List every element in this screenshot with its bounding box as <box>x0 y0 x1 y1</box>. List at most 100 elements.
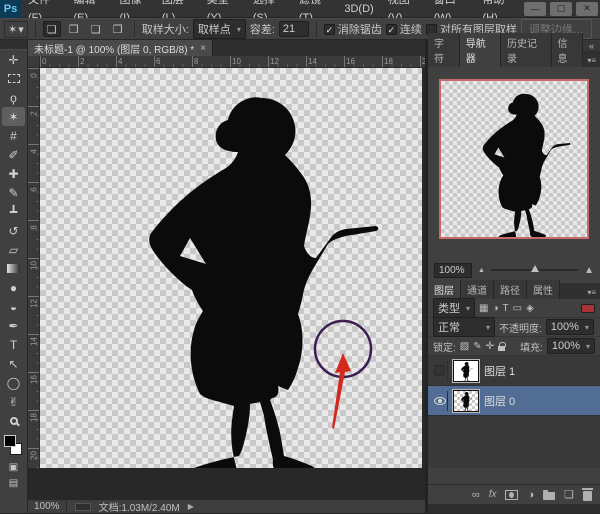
collapse-panels-icon[interactable]: « <box>589 41 594 51</box>
shape-tool[interactable]: ◯ <box>0 373 27 392</box>
magic-wand-tool[interactable]: ✶ <box>2 107 25 126</box>
navigator-zoom-value[interactable]: 100% <box>434 263 472 278</box>
layer-name[interactable]: 图层 1 <box>484 363 515 379</box>
eyedropper-tool[interactable]: ✐ <box>0 145 27 164</box>
foreground-color-swatch[interactable] <box>4 435 16 447</box>
new-group-icon[interactable] <box>543 492 555 500</box>
healing-brush-icon: ✚ <box>8 168 18 180</box>
close-button[interactable]: ✕ <box>576 2 598 16</box>
layer-thumbnail[interactable] <box>453 360 479 382</box>
tab-info[interactable]: 信息 <box>552 33 584 67</box>
tab-history[interactable]: 历史记录 <box>501 33 552 67</box>
lasso-tool[interactable]: ϙ <box>0 88 27 107</box>
brush-tool[interactable]: ✎ <box>0 183 27 202</box>
visibility-well[interactable] <box>432 361 448 381</box>
horizontal-ruler: 0 2 4 6 8 10 12 14 16 18 20 <box>40 56 425 68</box>
minimize-button[interactable]: — <box>524 2 546 16</box>
blur-tool[interactable]: ● <box>0 278 27 297</box>
color-swatches[interactable] <box>0 433 27 459</box>
canvas[interactable] <box>40 68 422 468</box>
add-to-selection-button[interactable]: ❐ <box>65 21 83 37</box>
lock-position-icon[interactable]: ✛ <box>486 341 494 352</box>
visibility-well[interactable] <box>432 391 448 411</box>
dodge-tool[interactable]: ◒ <box>0 297 27 316</box>
tools-panel-grip[interactable] <box>0 40 27 50</box>
document-tab-title: 未标题-1 @ 100% (图层 0, RGB/8) * <box>34 41 194 56</box>
lock-transparency-icon[interactable]: ▨ <box>460 341 469 352</box>
document-tab-bar: 未标题-1 @ 100% (图层 0, RGB/8) * × <box>28 40 425 56</box>
layer-filter-row: 类型 ▾ ▦ ◑ T ▭ ◈ <box>428 299 600 318</box>
layer-name[interactable]: 图层 0 <box>484 393 515 409</box>
anti-alias-checkbox[interactable]: ✓ 消除锯齿 <box>324 21 382 37</box>
spot-healing-brush-tool[interactable]: ✚ <box>0 164 27 183</box>
ruler-label: 12 <box>270 57 279 66</box>
intersect-selection-button[interactable]: ❒ <box>109 21 127 37</box>
fill-dropdown[interactable]: 100% ▾ <box>547 338 595 354</box>
tab-navigator[interactable]: 导航器 <box>460 33 501 67</box>
ruler-label: 8 <box>194 57 198 66</box>
panel-menu-icon[interactable]: ▾≡ <box>583 286 600 299</box>
ruler-label: 14 <box>30 337 39 347</box>
sample-size-dropdown[interactable]: 取样点 ▾ <box>193 19 246 39</box>
crop-tool[interactable]: # <box>0 126 27 145</box>
zoom-slider[interactable] <box>491 269 578 271</box>
filter-shape-layers-icon[interactable]: ▭ <box>513 303 522 314</box>
pen-tool[interactable]: ✒ <box>0 316 27 335</box>
active-tool-preset[interactable]: ✶ ▾ <box>4 21 28 38</box>
ruler-label: 20 <box>30 451 39 461</box>
clone-stamp-tool[interactable]: ┻ <box>0 202 27 221</box>
lock-label: 锁定: <box>433 339 456 354</box>
filter-pixel-layers-icon[interactable]: ▦ <box>479 303 488 314</box>
filter-type-dropdown[interactable]: 类型 ▾ <box>433 298 475 318</box>
new-selection-button[interactable]: ❏ <box>43 21 61 37</box>
zoom-slider-thumb[interactable] <box>531 265 539 272</box>
zoom-tool[interactable] <box>0 411 27 430</box>
layer-row-1[interactable]: 图层 1 <box>428 356 600 386</box>
link-layers-icon[interactable]: ∞ <box>472 489 480 501</box>
layer-style-icon[interactable]: fx <box>489 489 497 500</box>
contiguous-checkbox[interactable]: ✓ 连续 <box>386 21 422 37</box>
layer-thumbnail[interactable] <box>453 390 479 412</box>
lock-pixels-icon[interactable]: ✎ <box>473 341 481 352</box>
filter-smart-object-icon[interactable]: ◈ <box>526 303 534 314</box>
maximize-button[interactable]: ▢ <box>550 2 572 16</box>
type-tool[interactable]: T <box>0 335 27 354</box>
lock-all-icon[interactable] <box>498 346 505 351</box>
history-brush-tool[interactable]: ↺ <box>0 221 27 240</box>
tab-close-icon[interactable]: × <box>200 43 206 54</box>
document-tab[interactable]: 未标题-1 @ 100% (图层 0, RGB/8) * × <box>28 40 213 56</box>
layer-row-0[interactable]: 图层 0 <box>428 386 600 416</box>
zoom-in-icon[interactable]: ▲ <box>584 265 594 276</box>
hand-tool[interactable]: ✌ <box>0 392 27 411</box>
zoom-out-icon[interactable]: ▲ <box>478 267 485 274</box>
tolerance-input[interactable] <box>279 21 309 37</box>
filter-adjustment-layers-icon[interactable]: ◑ <box>492 303 498 314</box>
ruler-label: 6 <box>30 185 39 195</box>
panel-menu-icon[interactable]: ▾≡ <box>583 54 600 67</box>
subtract-from-selection-button[interactable]: ❑ <box>87 21 105 37</box>
eraser-tool[interactable]: ▱ <box>0 240 27 259</box>
menu-3d[interactable]: 3D(D) <box>337 0 380 18</box>
tab-character[interactable]: 字符 <box>428 33 460 67</box>
eyedropper-icon: ✐ <box>8 149 18 161</box>
filter-toggle-switch[interactable] <box>581 304 595 313</box>
quick-mask-button[interactable]: ▣ <box>0 459 27 475</box>
opacity-dropdown[interactable]: 100% ▾ <box>546 319 594 335</box>
screen-mode-button[interactable]: ▤ <box>0 475 27 491</box>
adobe-drive-icon <box>75 503 91 511</box>
status-menu-arrow-icon[interactable]: ▶ <box>188 502 194 511</box>
gradient-tool[interactable] <box>0 259 27 278</box>
magnifier-icon <box>10 417 18 425</box>
delete-layer-icon[interactable] <box>583 491 592 501</box>
status-zoom-level[interactable]: 100% <box>34 501 67 512</box>
navigator-proxy-view[interactable] <box>439 79 589 239</box>
blend-mode-dropdown[interactable]: 正常 ▾ <box>433 317 495 337</box>
ruler-label: 2 <box>80 57 84 66</box>
move-tool[interactable]: ✛ <box>0 50 27 69</box>
filter-type-layers-icon[interactable]: T <box>503 303 509 314</box>
marquee-tool[interactable] <box>0 69 27 88</box>
path-selection-tool[interactable]: ↖ <box>0 354 27 373</box>
new-adjustment-layer-icon[interactable]: ◑ <box>527 489 534 501</box>
add-layer-mask-icon[interactable] <box>505 490 518 500</box>
new-layer-icon[interactable]: ❏ <box>564 488 574 501</box>
